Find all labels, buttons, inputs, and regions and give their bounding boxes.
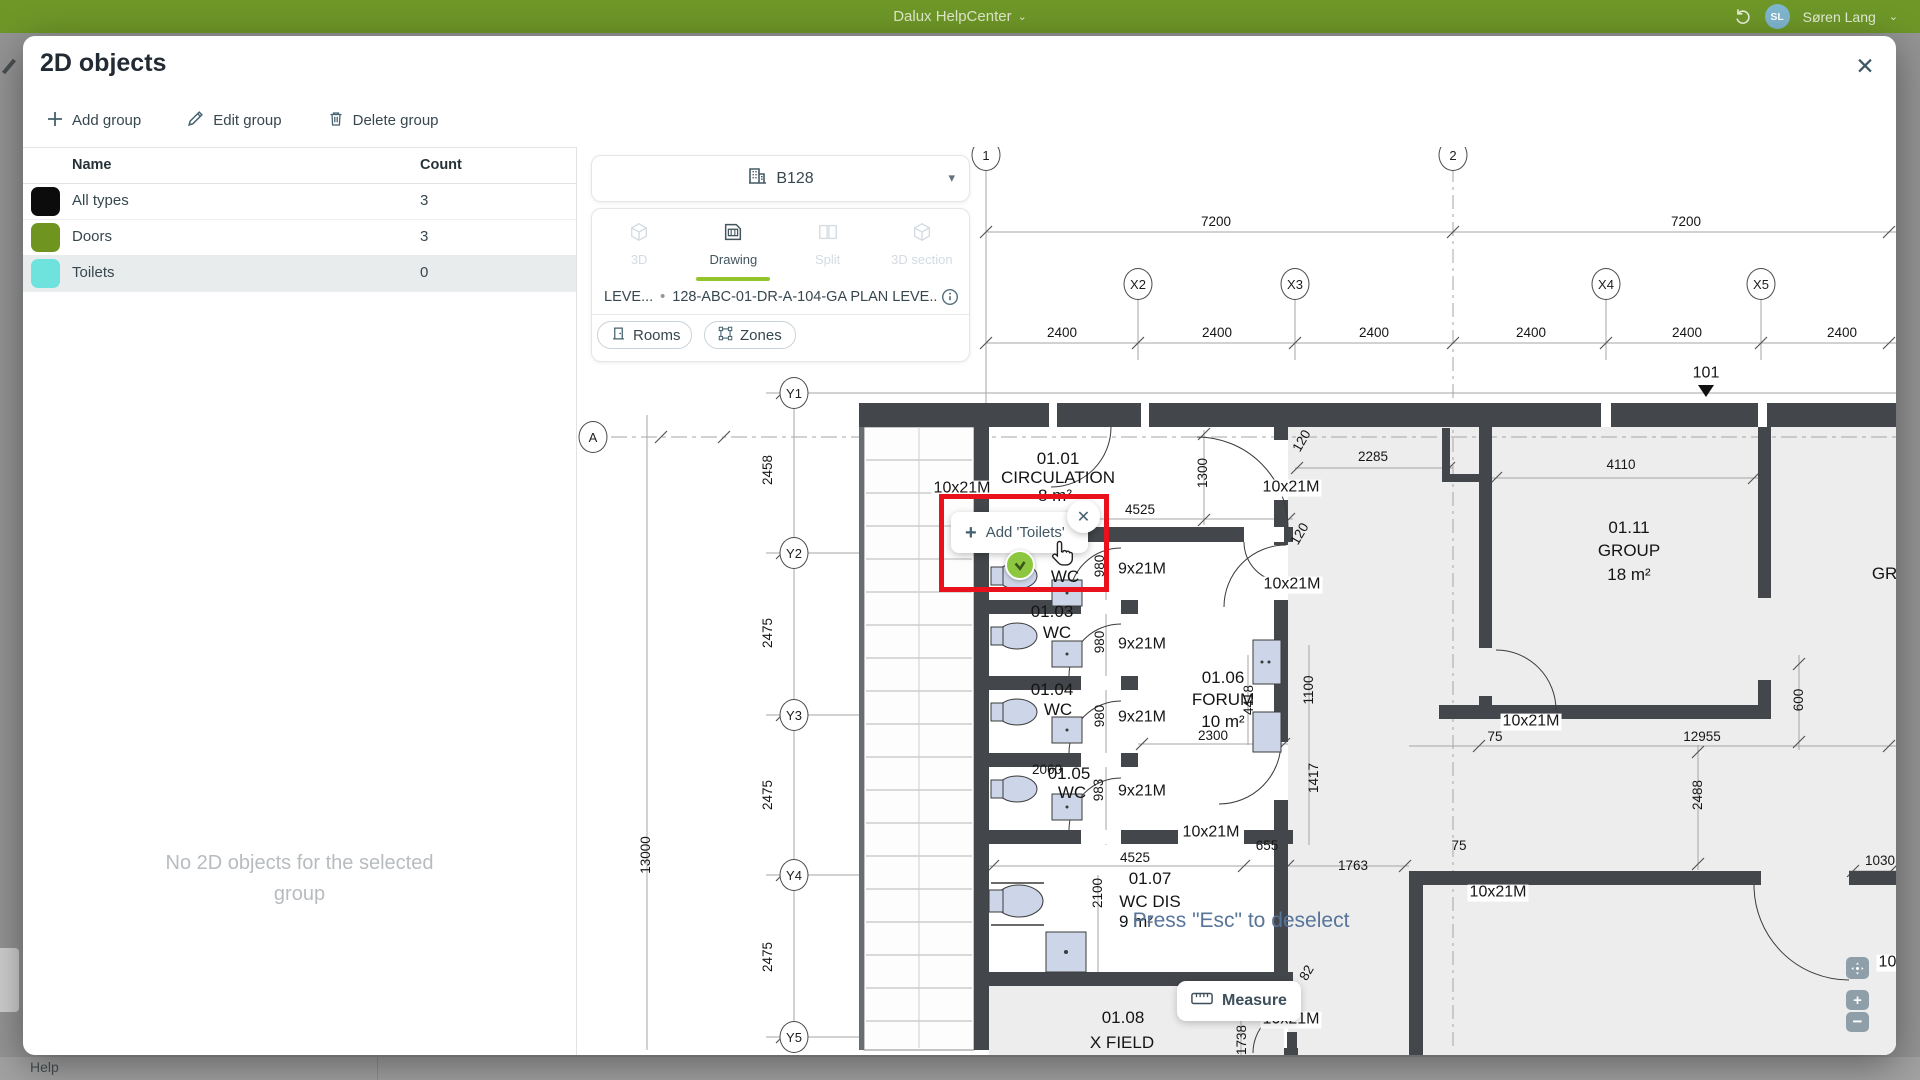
trash-icon	[328, 110, 344, 131]
split-icon	[817, 221, 839, 248]
modal-title: 2D objects	[40, 49, 166, 78]
bottom-bar	[0, 1057, 1920, 1080]
column-header-count: Count	[420, 157, 462, 173]
row-name: Toilets	[72, 264, 115, 281]
delete-group-label: Delete group	[353, 112, 439, 129]
zone-polygon-icon	[718, 326, 733, 345]
plus-icon: +	[965, 523, 977, 543]
zones-button[interactable]: Zones	[704, 321, 796, 349]
toilet-marker	[1005, 550, 1035, 580]
scrollbar-track	[0, 948, 19, 1012]
app-title-menu[interactable]: Dalux HelpCenter ⌄	[893, 0, 1027, 33]
measure-button[interactable]: Measure	[1177, 981, 1301, 1021]
tab-drawing[interactable]: Drawing	[686, 217, 780, 275]
info-icon[interactable]	[941, 288, 959, 310]
building-icon	[747, 166, 767, 191]
table-row-doors[interactable]: Doors 3	[23, 219, 576, 255]
drawing-icon	[722, 221, 744, 248]
app-title: Dalux HelpCenter	[893, 8, 1011, 25]
add-group-label: Add group	[72, 112, 141, 129]
drawing-reference[interactable]: LEVE... • 128-ABC-01-DR-A-104-GA PLAN LE…	[604, 283, 957, 311]
help-link[interactable]: Help	[30, 1059, 59, 1075]
view-mode-card: 3D Drawing Split 3D section	[591, 208, 970, 362]
edit-group-label: Edit group	[213, 112, 281, 129]
selection-close-icon[interactable]: ✕	[1067, 500, 1100, 533]
color-swatch	[31, 223, 60, 252]
building-name: B128	[776, 170, 813, 188]
page: Dalux HelpCenter ⌄ SL Søren Lang ⌄ Help …	[0, 0, 1920, 1080]
door-icon	[611, 326, 626, 345]
chevron-down-icon: ▾	[948, 170, 955, 186]
drawing-viewer[interactable]: 12X2X3X4X5AY1Y2Y3Y4Y57200720024002400240…	[576, 147, 1896, 1055]
add-group-button[interactable]: Add group	[47, 111, 141, 131]
delete-group-button[interactable]: Delete group	[328, 110, 439, 131]
row-count: 3	[420, 192, 428, 209]
rooms-button[interactable]: Rooms	[597, 321, 692, 349]
active-tab-underline	[696, 277, 770, 281]
avatar[interactable]: SL	[1765, 4, 1790, 29]
color-swatch	[31, 259, 60, 288]
user-menu-chevron-icon[interactable]: ⌄	[1889, 10, 1898, 23]
tab-3d[interactable]: 3D	[592, 217, 686, 275]
table-row-toilets[interactable]: Toilets 0	[23, 255, 576, 291]
row-count: 0	[420, 264, 428, 281]
building-dropdown[interactable]: B128 ▾	[591, 155, 970, 202]
app-topbar: Dalux HelpCenter ⌄ SL Søren Lang ⌄	[0, 0, 1920, 33]
user-name[interactable]: Søren Lang	[1803, 9, 1876, 25]
background-icon-fragment	[2, 59, 16, 75]
chevron-down-icon: ⌄	[1018, 10, 1027, 23]
color-swatch	[31, 187, 60, 216]
row-name: Doors	[72, 228, 112, 245]
row-name: All types	[72, 192, 129, 209]
zoom-out-button[interactable]: −	[1846, 1012, 1869, 1032]
2d-objects-modal: 2D objects ✕ Add group Edit group Delete…	[23, 36, 1896, 1055]
level-label: LEVE...	[604, 289, 653, 305]
row-count: 3	[420, 228, 428, 245]
close-icon[interactable]: ✕	[1847, 48, 1883, 84]
plus-icon	[47, 111, 63, 131]
tab-3d-section[interactable]: 3D section	[875, 217, 969, 275]
pencil-icon	[187, 110, 204, 131]
cube-section-icon	[911, 221, 933, 248]
table-row-all-types[interactable]: All types 3	[23, 183, 576, 219]
column-header-name: Name	[72, 157, 112, 173]
add-toilets-label: Add 'Toilets'	[986, 524, 1065, 541]
empty-state-text: No 2D objects for the selected group	[23, 848, 576, 910]
pan-button[interactable]	[1846, 957, 1869, 979]
bottom-bar-divider	[377, 1057, 378, 1080]
view-tabs: 3D Drawing Split 3D section	[592, 217, 969, 275]
cube-icon	[628, 221, 650, 248]
drawing-title: 128-ABC-01-DR-A-104-GA PLAN LEVE...	[672, 289, 937, 305]
zoom-in-button[interactable]: +	[1846, 990, 1869, 1010]
ruler-icon	[1191, 992, 1213, 1010]
group-toolbar: Add group Edit group Delete group	[47, 110, 439, 131]
tab-split[interactable]: Split	[781, 217, 875, 275]
esc-hint: Press "Esc" to deselect	[1121, 909, 1361, 933]
undo-icon[interactable]	[1733, 6, 1752, 28]
edit-group-button[interactable]: Edit group	[187, 110, 281, 131]
hand-cursor-icon	[1050, 540, 1076, 573]
